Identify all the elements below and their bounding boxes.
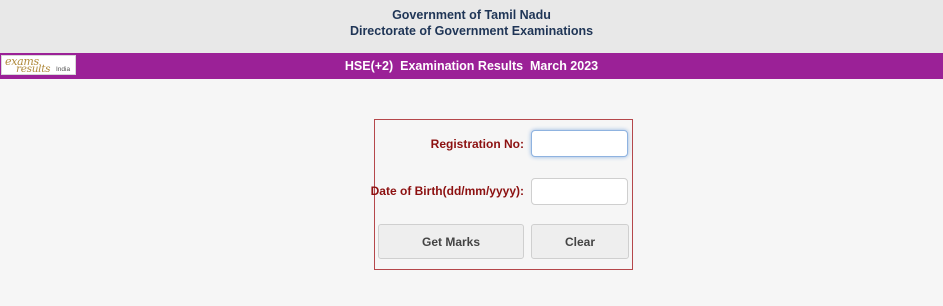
title-banner: HSE(+2) Examination Results March 2023 xyxy=(0,53,943,79)
page-header: Government of Tamil Nadu Directorate of … xyxy=(0,0,943,53)
banner-title: HSE(+2) Examination Results March 2023 xyxy=(344,59,599,73)
registration-label: Registration No: xyxy=(430,137,524,151)
logo-text-results: results xyxy=(16,63,51,75)
dob-input[interactable] xyxy=(531,178,628,205)
results-form: Registration No: Date of Birth(dd/mm/yyy… xyxy=(370,119,633,270)
header-government-title: Government of Tamil Nadu xyxy=(392,8,551,22)
dob-label: Date of Birth(dd/mm/yyyy): xyxy=(370,184,524,198)
header-directorate-title: Directorate of Government Examinations xyxy=(349,24,594,38)
logo-text-india: India xyxy=(56,66,71,73)
registration-input[interactable] xyxy=(531,130,628,157)
clear-button[interactable]: Clear xyxy=(531,224,629,259)
get-marks-button[interactable]: Get Marks xyxy=(378,224,524,259)
exams-results-india-logo: exams results India xyxy=(1,55,76,75)
